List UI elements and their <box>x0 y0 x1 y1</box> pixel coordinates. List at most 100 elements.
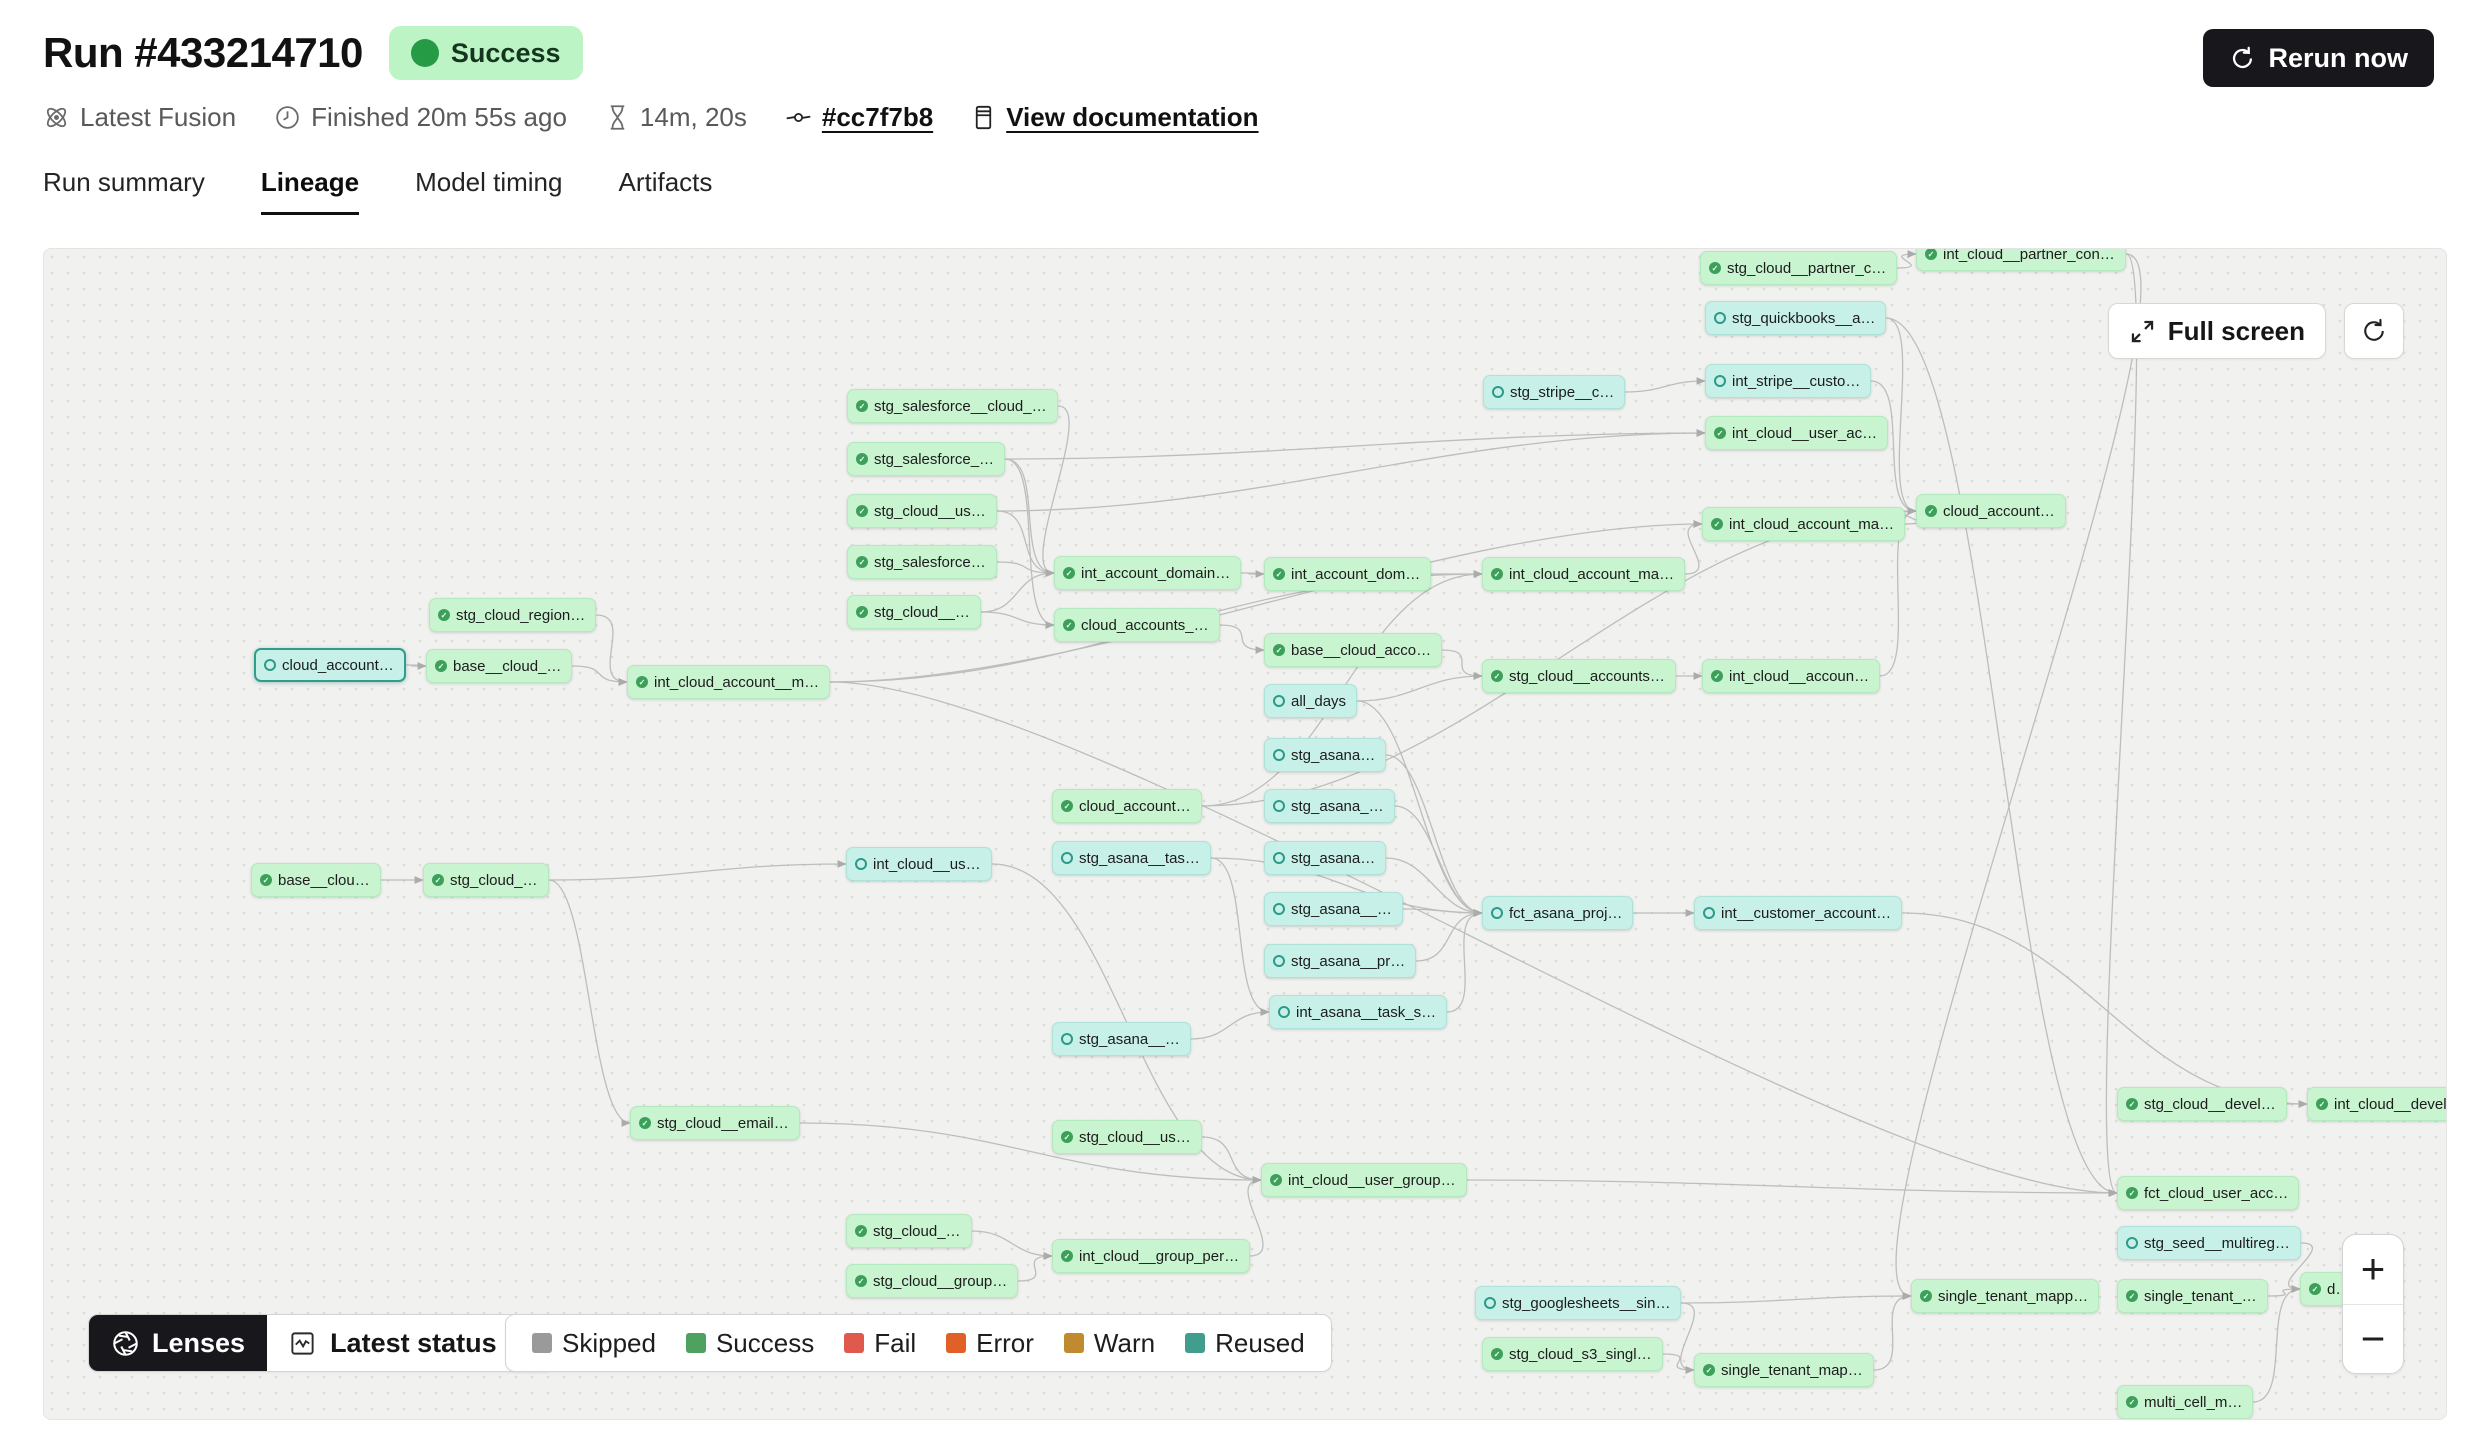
lineage-node[interactable]: cloud_accounts_… <box>1054 608 1220 642</box>
lineage-node[interactable]: stg_asana… <box>1264 841 1386 875</box>
node-status-icon <box>2316 1098 2328 1110</box>
commit-icon <box>785 104 812 131</box>
node-label: stg_cloud_s3_singl… <box>1509 1346 1652 1363</box>
lineage-node[interactable]: stg_cloud__group… <box>846 1264 1018 1298</box>
node-label: int_cloud__accoun… <box>1729 668 1869 685</box>
lineage-node[interactable]: stg_asana__… <box>1052 1022 1191 1056</box>
lineage-node[interactable]: int_account_domain… <box>1054 556 1241 590</box>
lineage-node[interactable]: stg_cloud__… <box>847 595 981 629</box>
lineage-node[interactable]: stg_cloud__us… <box>847 494 997 528</box>
node-label: stg_asana… <box>1291 747 1375 764</box>
lineage-node[interactable]: int_cloud__user_group… <box>1261 1163 1467 1197</box>
lineage-node[interactable]: stg_asana__tas… <box>1052 841 1211 875</box>
lineage-node[interactable]: single_tenant_mapp… <box>1911 1279 2099 1313</box>
lineage-node[interactable]: cloud_account… <box>1052 789 1202 823</box>
lineage-node[interactable]: stg_cloud_… <box>423 863 549 897</box>
lineage-node[interactable]: int_cloud__us… <box>846 847 992 881</box>
lineage-node[interactable]: single_tenant_… <box>2117 1279 2268 1313</box>
lineage-node[interactable]: stg_stripe__c… <box>1483 375 1625 409</box>
lineage-node[interactable]: base__clou… <box>251 863 381 897</box>
lineage-canvas[interactable]: stg_cloud__partner_c… int_cloud__partner… <box>43 248 2447 1420</box>
node-label: all_days <box>1291 693 1346 710</box>
tab-model-timing[interactable]: Model timing <box>415 167 562 215</box>
node-label: cloud_account… <box>1079 798 1191 815</box>
lenses-button[interactable]: Lenses <box>89 1315 267 1371</box>
lineage-node[interactable]: stg_salesforce__cloud_… <box>847 389 1058 423</box>
lineage-node[interactable]: stg_asana__… <box>1264 892 1403 926</box>
page-header: Run #433214710 Success Latest Fusion Fin… <box>43 26 2434 215</box>
tab-lineage[interactable]: Lineage <box>261 167 359 215</box>
lineage-node[interactable]: fct_asana_proj… <box>1482 896 1633 930</box>
node-status-icon <box>636 676 648 688</box>
node-status-icon <box>1492 386 1504 398</box>
lineage-node[interactable]: all_days <box>1264 684 1357 718</box>
tab-artifacts[interactable]: Artifacts <box>618 167 712 215</box>
legend-swatch <box>686 1333 706 1353</box>
zoom-in-button[interactable]: + <box>2343 1235 2403 1304</box>
node-status-icon <box>1273 695 1285 707</box>
lineage-node[interactable]: int_account_dom… <box>1264 557 1431 591</box>
lineage-node[interactable]: int_cloud_account__m… <box>627 665 830 699</box>
lineage-node[interactable]: multi_cell_m… <box>2117 1385 2253 1419</box>
fullscreen-button[interactable]: Full screen <box>2108 303 2326 359</box>
lineage-node[interactable]: cloud_account… <box>254 648 406 682</box>
lineage-node[interactable]: stg_salesforce_… <box>847 442 1005 476</box>
lineage-node[interactable]: int_cloud_account_ma… <box>1702 507 1905 541</box>
lineage-node[interactable]: base__cloud_acco… <box>1264 633 1442 667</box>
lineage-node[interactable]: stg_salesforce… <box>847 545 997 579</box>
legend-label: Warn <box>1094 1328 1155 1359</box>
zoom-out-button[interactable]: − <box>2343 1304 2403 1374</box>
check-icon <box>411 39 439 67</box>
lineage-node[interactable]: stg_asana__pr… <box>1264 944 1416 978</box>
refresh-icon <box>2360 317 2388 345</box>
lineage-node[interactable]: stg_asana_… <box>1264 789 1395 823</box>
node-status-icon <box>1273 749 1285 761</box>
lineage-node[interactable]: int_cloud__accoun… <box>1702 659 1880 693</box>
node-status-icon <box>1491 670 1503 682</box>
lineage-node[interactable]: stg_cloud_s3_singl… <box>1482 1337 1663 1371</box>
lineage-node[interactable]: stg_cloud_… <box>846 1214 972 1248</box>
commit-link[interactable]: #cc7f7b8 <box>785 102 933 133</box>
lineage-node[interactable]: int_asana__task_s… <box>1269 995 1447 1029</box>
lineage-node[interactable]: stg_quickbooks__a… <box>1705 301 1886 335</box>
node-label: cloud_account… <box>282 657 394 674</box>
lineage-node[interactable]: cloud_account… <box>1916 494 2066 528</box>
node-status-icon <box>260 874 272 886</box>
lineage-node[interactable]: stg_cloud__devel… <box>2117 1087 2287 1121</box>
rerun-now-button[interactable]: Rerun now <box>2203 29 2435 87</box>
node-label: stg_asana_… <box>1291 798 1384 815</box>
lineage-node[interactable]: stg_cloud__us… <box>1052 1120 1202 1154</box>
tab-run-summary[interactable]: Run summary <box>43 167 205 215</box>
node-label: stg_cloud__partner_c… <box>1727 260 1886 277</box>
lineage-node[interactable]: single_tenant_map… <box>1694 1353 1874 1387</box>
lineage-node[interactable]: int__customer_account… <box>1694 896 1902 930</box>
legend-label: Reused <box>1215 1328 1305 1359</box>
refresh-icon <box>2229 45 2256 72</box>
lineage-node[interactable]: stg_cloud__accounts… <box>1482 659 1676 693</box>
lineage-node[interactable]: stg_asana… <box>1264 738 1386 772</box>
lineage-node[interactable]: stg_seed__multireg… <box>2117 1226 2301 1260</box>
lineage-node[interactable]: fct_cloud_user_acc… <box>2117 1176 2299 1210</box>
lineage-node[interactable]: int_stripe__custo… <box>1705 364 1871 398</box>
node-label: stg_cloud__devel… <box>2144 1096 2276 1113</box>
lineage-node[interactable]: base__cloud_… <box>426 649 572 683</box>
node-label: cloud_account… <box>1943 503 2055 520</box>
status-badge-label: Success <box>451 38 561 69</box>
lineage-node[interactable]: stg_googlesheets__sin… <box>1475 1286 1681 1320</box>
lineage-node[interactable]: int_cloud__group_per… <box>1052 1239 1250 1273</box>
node-status-icon <box>855 1275 867 1287</box>
lineage-node[interactable]: stg_cloud__email… <box>630 1106 800 1140</box>
lineage-node[interactable]: stg_cloud_region… <box>429 598 596 632</box>
node-label: int_cloud_account_ma… <box>1729 516 1894 533</box>
lineage-node[interactable]: int_cloud__user_ac… <box>1705 416 1888 450</box>
lineage-node[interactable]: int_cloud__partner_con… <box>1916 248 2126 271</box>
node-label: base__cloud_… <box>453 658 561 675</box>
canvas-refresh-button[interactable] <box>2344 303 2404 359</box>
title-row: Run #433214710 Success <box>43 26 2434 80</box>
lineage-node[interactable]: int_cloud_account_ma… <box>1482 557 1685 591</box>
node-status-icon <box>1714 312 1726 324</box>
lineage-node[interactable]: int_cloud__devel… <box>2307 1087 2447 1121</box>
view-documentation-link[interactable]: View documentation <box>971 102 1258 133</box>
lineage-node[interactable]: stg_cloud__partner_c… <box>1700 251 1897 285</box>
node-status-icon <box>1709 262 1721 274</box>
